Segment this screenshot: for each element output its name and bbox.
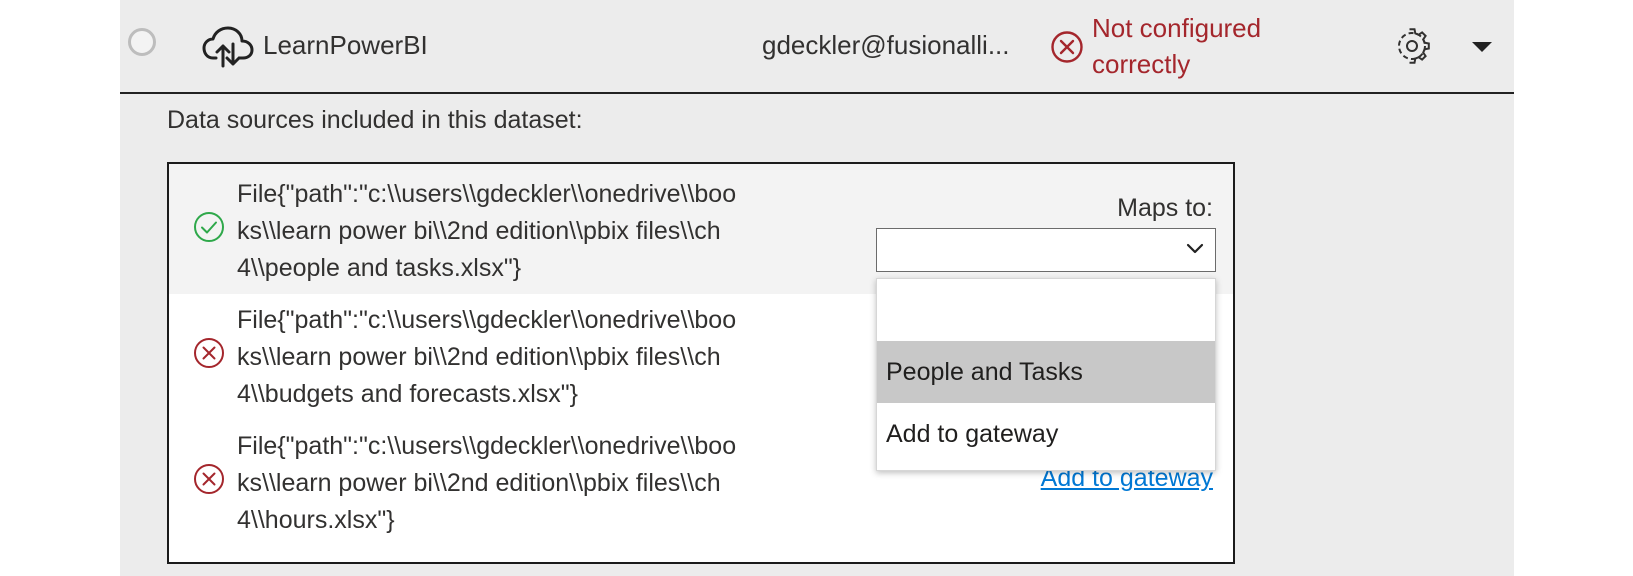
data-source-path: File{"path":"c:\\users\\gdeckler\\onedri…	[237, 306, 737, 408]
data-source-path: File{"path":"c:\\users\\gdeckler\\onedri…	[237, 180, 737, 282]
status-line-2: correctly	[1092, 49, 1191, 79]
cloud-upload-icon	[202, 26, 254, 68]
error-circle-icon	[1051, 31, 1083, 63]
status-line-1: Not configured	[1092, 13, 1262, 43]
dataset-owner: gdeckler@fusionalli...	[762, 30, 1010, 60]
caret-down-icon[interactable]	[1470, 40, 1494, 54]
gear-icon[interactable]	[1394, 28, 1430, 64]
chevron-down-icon	[1186, 243, 1204, 254]
maps-to-select[interactable]	[876, 228, 1216, 272]
data-sources-list: File{"path":"c:\\users\\gdeckler\\onedri…	[167, 162, 1235, 564]
check-circle-icon	[194, 212, 224, 242]
data-source-row[interactable]: File{"path":"c:\\users\\gdeckler\\onedri…	[169, 164, 1233, 294]
error-circle-icon	[194, 464, 224, 494]
dropdown-option-blank[interactable]	[877, 279, 1215, 341]
radio-icon[interactable]	[128, 28, 156, 56]
sources-label: Data sources included in this dataset:	[167, 106, 583, 134]
data-source-path: File{"path":"c:\\users\\gdeckler\\onedri…	[237, 432, 737, 534]
dataset-row: LearnPowerBI gdeckler@fusionalli... Not …	[120, 0, 1514, 94]
error-circle-icon	[194, 338, 224, 368]
status-text: Not configured correctly	[1092, 10, 1332, 82]
dataset-name: LearnPowerBI	[263, 30, 428, 60]
dropdown-option-add-to-gateway[interactable]: Add to gateway	[877, 403, 1215, 465]
gateway-connections-panel: LearnPowerBI gdeckler@fusionalli... Not …	[120, 0, 1514, 576]
maps-to-dropdown-list: People and Tasks Add to gateway	[876, 278, 1216, 471]
dropdown-option-people-and-tasks[interactable]: People and Tasks	[877, 341, 1215, 403]
maps-to-label: Maps to:	[1117, 194, 1213, 222]
